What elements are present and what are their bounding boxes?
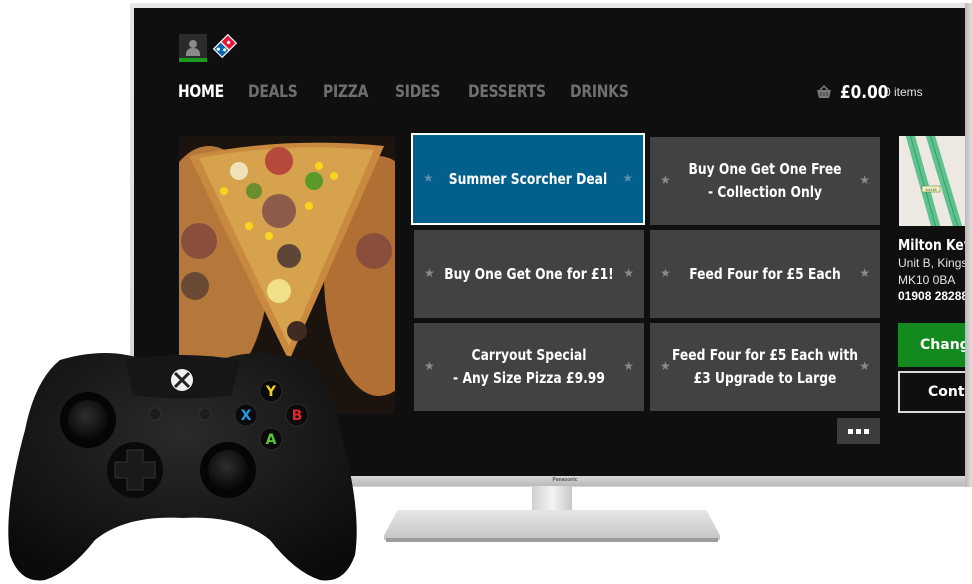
deal-tile-carryout-special[interactable]: ★ Carryout Special - Any Size Pizza £9.9… [414,323,644,411]
b-button: B [292,408,303,424]
star-icon: ★ [660,173,671,187]
nav-deals[interactable]: DEALS [248,82,310,102]
star-icon: ★ [859,359,870,373]
deal-tile-label: Buy One Get One for £1! [444,264,614,283]
dominos-logo-icon [212,33,238,59]
deal-tile-label: Summer Scorcher Deal [448,169,608,188]
more-dots-icon [848,428,853,434]
map-road-label: A4146 [925,187,937,192]
user-profile-icon [189,40,197,48]
menu-button [198,407,212,421]
deal-tile-label: Carryout Special - Any Size Pizza £9.99 [453,346,605,387]
y-button: Y [265,384,277,400]
star-icon: ★ [622,171,633,185]
store-map[interactable]: A4146 [899,136,972,226]
star-icon: ★ [660,266,671,280]
contact-store-button[interactable]: Contac [898,371,972,413]
star-icon: ★ [423,171,434,185]
deal-tile-label: Feed Four for £5 Each with £3 Upgrade to… [672,346,858,387]
deal-tile-bogo-1-pound[interactable]: ★ Buy One Get One for £1! ★ [414,230,644,318]
deal-tile-feed-four[interactable]: ★ Feed Four for £5 Each ★ [650,230,880,318]
deal-tile-feed-four-upgrade[interactable]: ★ Feed Four for £5 Each with £3 Upgrade … [650,323,880,411]
store-address-line2: MK10 0BA [898,273,956,287]
map-roads: A4146 [905,136,963,226]
view-button [148,407,162,421]
star-icon: ★ [623,359,634,373]
right-thumbstick [208,450,248,490]
deal-tile-label: Buy One Get One Free - Collection Only [688,160,842,201]
store-name: Milton Keyn [898,236,972,254]
x-button: X [241,408,252,424]
nav-pizza[interactable]: PIZZA [323,82,382,102]
user-profile-icon-body [186,48,200,56]
store-phone: 01908 28288 [898,289,969,303]
tv-brand-label: Panasonic [552,477,578,483]
tv-stand-base [384,510,720,540]
more-deals-button[interactable] [837,418,880,444]
store-address-line1: Unit B, Kingst [898,256,971,270]
star-icon: ★ [660,359,671,373]
nav-sides[interactable]: SIDES [395,82,455,102]
deal-tile-bogof-collection[interactable]: ★ Buy One Get One Free - Collection Only… [650,137,880,225]
tv-stand-edge [386,538,718,542]
more-dots-icon [864,428,869,434]
deal-tile-summer-scorcher[interactable]: ★ Summer Scorcher Deal ★ [411,133,645,225]
basket-summary[interactable]: £0.00 0 items [816,80,923,104]
nav-drinks[interactable]: DRINKS [570,82,629,102]
signed-in-indicator [179,58,207,62]
nav-desserts[interactable]: DESSERTS [468,82,552,102]
basket-item-count: 0 items [884,85,923,99]
basket-total: £0.00 [840,81,889,103]
nav-home[interactable]: HOME [178,82,235,102]
star-icon: ★ [623,266,634,280]
star-icon: ★ [424,359,435,373]
star-icon: ★ [859,173,870,187]
deal-tile-label: Feed Four for £5 Each [689,264,841,283]
more-dots-icon [856,428,861,434]
star-icon: ★ [859,266,870,280]
left-thumbstick [68,400,108,440]
change-store-button[interactable]: Change s [898,323,972,367]
a-button: A [266,432,277,448]
tv-bezel-right [965,3,972,487]
xbox-controller: Y B X A [8,352,357,581]
main-nav: HOME DEALS PIZZA SIDES DESSERTS DRINKS [178,80,640,104]
star-icon: ★ [424,266,435,280]
basket-icon [817,85,831,98]
